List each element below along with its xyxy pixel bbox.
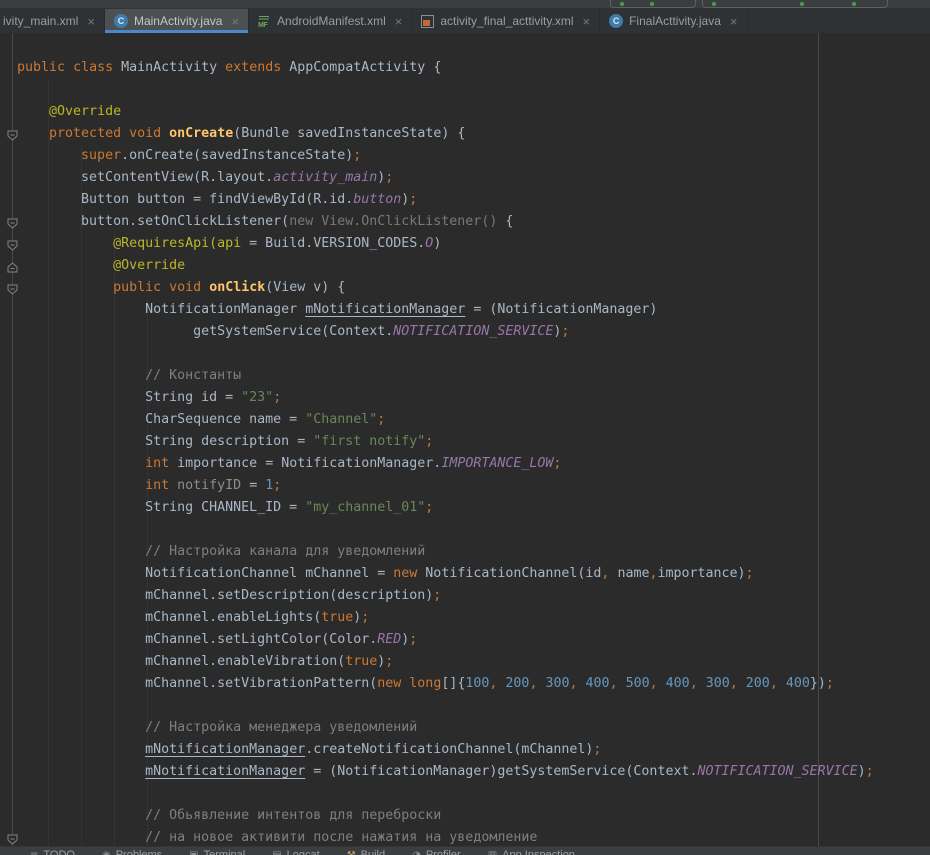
run-status-dot xyxy=(800,2,804,6)
code-editor[interactable]: public class MainActivity extends AppCom… xyxy=(0,33,930,846)
manifest-icon: MF xyxy=(258,15,271,28)
run-status-dot xyxy=(852,2,856,6)
toolwindow-button-logcat[interactable]: ▤ Logcat xyxy=(272,849,319,855)
code-line-10[interactable]: @Override xyxy=(17,255,874,277)
code-line-8[interactable]: button.setOnClickListener(new View.OnCli… xyxy=(17,211,874,233)
tab-label: activity_final_acttivity.xml xyxy=(440,14,573,28)
code-line-20[interactable]: int notifyID = 1; xyxy=(17,475,874,497)
tab-close-icon[interactable]: × xyxy=(583,15,591,28)
tab-label: AndroidManifest.xml xyxy=(277,14,386,28)
code-line-23[interactable]: // Настройка канала для уведомлений xyxy=(17,541,874,563)
editor-tab-bar: ivity_main.xml × C MainActivity.java × MF Andr… xyxy=(0,9,930,33)
tab-finalacttivity-java[interactable]: C FinalActtivity.java × xyxy=(600,9,747,33)
code-line-30[interactable] xyxy=(17,695,874,717)
code-line-28[interactable]: mChannel.enableVibration(true); xyxy=(17,651,874,673)
code-line-36[interactable]: // на новое активити после нажатия на ув… xyxy=(17,827,874,846)
toolwindow-button-label: App Inspection xyxy=(502,849,575,855)
gutter-fold-line xyxy=(12,33,13,846)
toolwindow-button-label: Logcat xyxy=(287,849,320,855)
tab-androidmanifest-xml[interactable]: MF AndroidManifest.xml × xyxy=(249,9,412,33)
toolwindow-button-terminal[interactable]: ▣ Terminal xyxy=(189,849,245,855)
toolwindow-button-label: TODO xyxy=(43,849,75,855)
tab-close-icon[interactable]: × xyxy=(730,15,738,28)
code-line-2[interactable] xyxy=(17,79,874,101)
run-widget-outline xyxy=(702,0,888,8)
logcat-icon: ▤ xyxy=(272,850,281,855)
code-line-34[interactable] xyxy=(17,783,874,805)
code-line-22[interactable] xyxy=(17,519,874,541)
toolwindow-button-build[interactable]: ⚒ Build xyxy=(347,849,385,855)
code-line-12[interactable]: NotificationManager mNotificationManager… xyxy=(17,299,874,321)
run-status-dot xyxy=(650,2,654,6)
code-line-35[interactable]: // Обьявление интентов для переброски xyxy=(17,805,874,827)
code-line-29[interactable]: mChannel.setVibrationPattern(new long[]{… xyxy=(17,673,874,695)
toolwindow-button-profiler[interactable]: ◑ Profiler xyxy=(412,849,461,855)
code-line-3[interactable]: @Override xyxy=(17,101,874,123)
layout-xml-icon xyxy=(421,15,434,28)
code-line-21[interactable]: String CHANNEL_ID = "my_channel_01"; xyxy=(17,497,874,519)
toolwindow-button-label: Profiler xyxy=(426,849,461,855)
java-class-icon: C xyxy=(609,14,623,28)
tab-close-icon[interactable]: × xyxy=(395,15,403,28)
code-line-24[interactable]: NotificationChannel mChannel = new Notif… xyxy=(17,563,874,585)
toolwindow-button-label: Build xyxy=(361,849,385,855)
code-line-31[interactable]: // Настройка менеджера уведомлений xyxy=(17,717,874,739)
run-status-dot xyxy=(712,2,716,6)
code-line-7[interactable]: Button button = findViewById(R.id.button… xyxy=(17,189,874,211)
fold-start-marker[interactable] xyxy=(7,832,18,843)
tab-mainactivity-java[interactable]: C MainActivity.java × xyxy=(105,9,249,33)
code-line-16[interactable]: String id = "23"; xyxy=(17,387,874,409)
main-toolbar-strip xyxy=(0,0,930,9)
code-line-4[interactable]: protected void onCreate(Bundle savedInst… xyxy=(17,123,874,145)
tab-close-icon[interactable]: × xyxy=(87,15,95,28)
fold-start-marker[interactable] xyxy=(7,128,18,139)
tab-label: MainActivity.java xyxy=(134,14,222,28)
build-icon: ⚒ xyxy=(347,850,356,855)
tab-ivity-main-xml[interactable]: ivity_main.xml × xyxy=(0,9,105,33)
problems-icon: ◉ xyxy=(102,850,111,855)
fold-end-marker[interactable] xyxy=(7,260,18,271)
tab-activity-final-acttivity-xml[interactable]: activity_final_acttivity.xml × xyxy=(412,9,600,33)
tool-window-bar: ≡ TODO ◉ Problems ▣ Terminal ▤ Logcat ⚒ Build ◑ Pro… xyxy=(0,846,930,855)
toolwindow-button-label: Terminal xyxy=(204,849,246,855)
code-line-1[interactable]: public class MainActivity extends AppCom… xyxy=(17,57,874,79)
code-line-25[interactable]: mChannel.setDescription(description); xyxy=(17,585,874,607)
profiler-icon: ◑ xyxy=(412,850,421,855)
code-line-32[interactable]: mNotificationManager.createNotificationC… xyxy=(17,739,874,761)
code-line-18[interactable]: String description = "first notify"; xyxy=(17,431,874,453)
code-line-15[interactable]: // Константы xyxy=(17,365,874,387)
todo-icon: ≡ xyxy=(30,850,38,855)
toolwindow-button-app-inspection[interactable]: ▥ App Inspection xyxy=(488,849,575,855)
fold-start-marker[interactable] xyxy=(7,216,18,227)
code-line-9[interactable]: @RequiresApi(api = Build.VERSION_CODES.O… xyxy=(17,233,874,255)
code-line-14[interactable] xyxy=(17,343,874,365)
java-class-icon: C xyxy=(114,14,128,28)
code-line-6[interactable]: setContentView(R.layout.activity_main); xyxy=(17,167,874,189)
fold-start-marker[interactable] xyxy=(7,282,18,293)
toolwindow-button-label: Problems xyxy=(116,849,162,855)
tab-label: FinalActtivity.java xyxy=(629,14,721,28)
code-text-area[interactable]: public class MainActivity extends AppCom… xyxy=(17,57,874,846)
code-line-33[interactable]: mNotificationManager = (NotificationMana… xyxy=(17,761,874,783)
toolwindow-button-problems[interactable]: ◉ Problems xyxy=(102,849,162,855)
code-line-5[interactable]: super.onCreate(savedInstanceState); xyxy=(17,145,874,167)
tab-label: ivity_main.xml xyxy=(3,14,78,28)
toolwindow-button-todo[interactable]: ≡ TODO xyxy=(30,849,75,855)
tab-close-icon[interactable]: × xyxy=(231,15,239,28)
terminal-icon: ▣ xyxy=(189,850,198,855)
code-line-11[interactable]: public void onClick(View v) { xyxy=(17,277,874,299)
code-line-13[interactable]: getSystemService(Context.NOTIFICATION_SE… xyxy=(17,321,874,343)
android-studio-window: ivity_main.xml × C MainActivity.java × MF Andr… xyxy=(0,0,930,855)
code-line-17[interactable]: CharSequence name = "Channel"; xyxy=(17,409,874,431)
app-inspection-icon: ▥ xyxy=(488,850,497,855)
code-line-27[interactable]: mChannel.setLightColor(Color.RED); xyxy=(17,629,874,651)
run-status-dot xyxy=(620,2,624,6)
code-line-19[interactable]: int importance = NotificationManager.IMP… xyxy=(17,453,874,475)
fold-start-marker[interactable] xyxy=(7,238,18,249)
code-line-26[interactable]: mChannel.enableLights(true); xyxy=(17,607,874,629)
